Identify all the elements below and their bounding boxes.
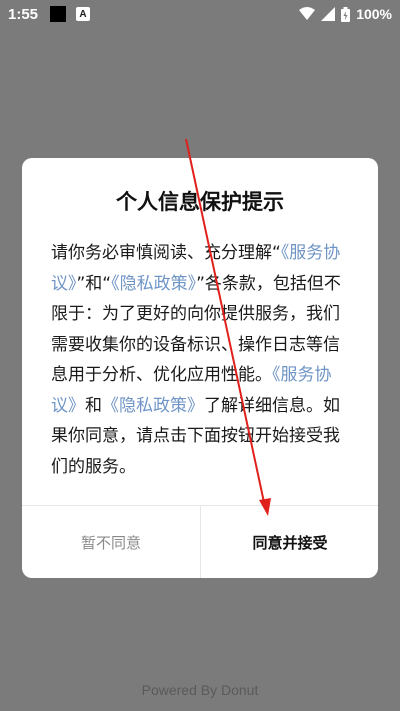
body-text: 请你务必审慎阅读、充分理解“: [51, 243, 281, 263]
signal-icon: [321, 7, 336, 21]
powered-by-text: Powered By Donut: [141, 682, 259, 698]
privacy-dialog: 个人信息保护提示 请你务必审慎阅读、充分理解“《服务协议》”和“《隐私政策》”各…: [22, 158, 378, 578]
battery-percentage: 100%: [356, 6, 392, 22]
wifi-icon: [299, 7, 316, 20]
dialog-title: 个人信息保护提示: [116, 190, 284, 214]
accept-button[interactable]: 同意并接受: [201, 506, 378, 578]
body-text: 和: [85, 395, 102, 416]
notification-app-icon: A: [76, 7, 91, 21]
decline-button[interactable]: 暂不同意: [22, 506, 200, 578]
dialog-body: 请你务必审慎阅读、充分理解“《服务协议》”和“《隐私政策》”各条款，包括但不限于…: [51, 238, 351, 482]
battery-icon: [341, 6, 351, 22]
status-time: 1:55: [8, 5, 39, 23]
privacy-policy-link[interactable]: 《隐私政策》: [102, 396, 204, 416]
body-text: ”和“: [76, 273, 112, 294]
status-icons: 100%: [299, 6, 392, 22]
privacy-policy-link[interactable]: 《隐私政策》: [111, 274, 196, 294]
notification-square-icon: [50, 6, 67, 22]
status-bar: 1:55 A 100%: [0, 0, 400, 28]
